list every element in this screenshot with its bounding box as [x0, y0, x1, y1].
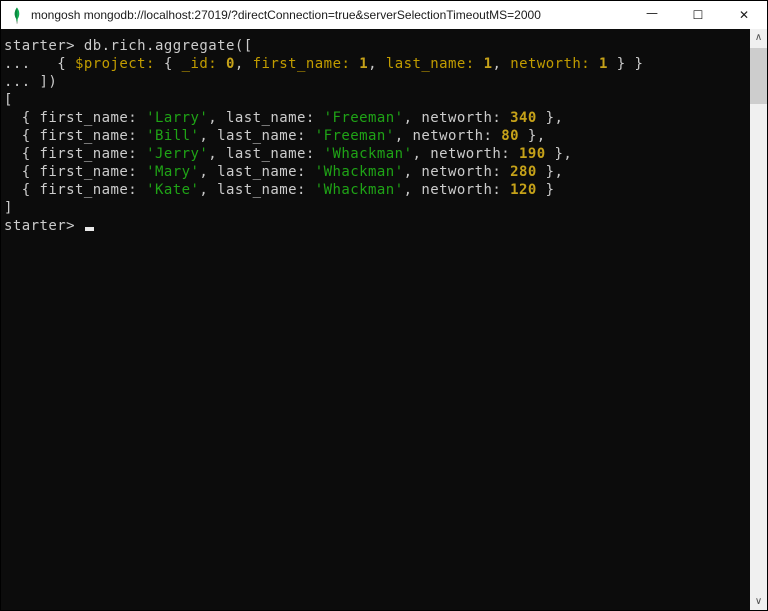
- maximize-button[interactable]: ☐: [675, 1, 721, 29]
- terminal-line: starter> db.rich.aggregate([: [4, 38, 253, 54]
- terminal-line: { first_name: 'Larry', last_name: 'Freem…: [4, 110, 564, 126]
- terminal-line: { first_name: 'Kate', last_name: 'Whackm…: [4, 182, 555, 198]
- minimize-icon: —: [646, 6, 658, 20]
- vertical-scrollbar[interactable]: ∧ ∨: [750, 29, 767, 610]
- close-button[interactable]: ✕: [721, 1, 767, 29]
- window-title: mongosh mongodb://localhost:27019/?direc…: [31, 8, 541, 22]
- terminal-line: ... ]): [4, 74, 58, 90]
- window-controls: — ☐ ✕: [629, 1, 767, 29]
- scroll-down-button[interactable]: ∨: [750, 593, 767, 610]
- chevron-up-icon: ∧: [754, 31, 763, 43]
- scrollbar-thumb[interactable]: [750, 48, 767, 104]
- terminal-line: ... { $project: { _id: 0, first_name: 1,…: [4, 56, 644, 72]
- terminal-line: { first_name: 'Mary', last_name: 'Whackm…: [4, 164, 564, 180]
- terminal-line: [: [4, 92, 13, 108]
- terminal-lines: starter> db.rich.aggregate([ ... { $proje…: [4, 37, 750, 235]
- terminal-line: { first_name: 'Jerry', last_name: 'Whack…: [4, 146, 573, 162]
- terminal-line: starter>: [4, 217, 750, 235]
- terminal-viewport[interactable]: starter> db.rich.aggregate([ ... { $proje…: [1, 29, 750, 610]
- terminal-line: { first_name: 'Bill', last_name: 'Freema…: [4, 128, 546, 144]
- chevron-down-icon: ∨: [754, 595, 763, 607]
- terminal-cursor: [84, 227, 94, 231]
- terminal-line: ]: [4, 200, 13, 216]
- minimize-button[interactable]: —: [629, 1, 675, 29]
- mongosh-window: mongosh mongodb://localhost:27019/?direc…: [0, 0, 768, 611]
- scroll-up-button[interactable]: ∧: [750, 29, 767, 46]
- maximize-icon: ☐: [692, 8, 704, 22]
- title-bar: mongosh mongodb://localhost:27019/?direc…: [1, 1, 767, 29]
- mongodb-leaf-icon: [11, 7, 23, 24]
- close-icon: ✕: [738, 8, 750, 22]
